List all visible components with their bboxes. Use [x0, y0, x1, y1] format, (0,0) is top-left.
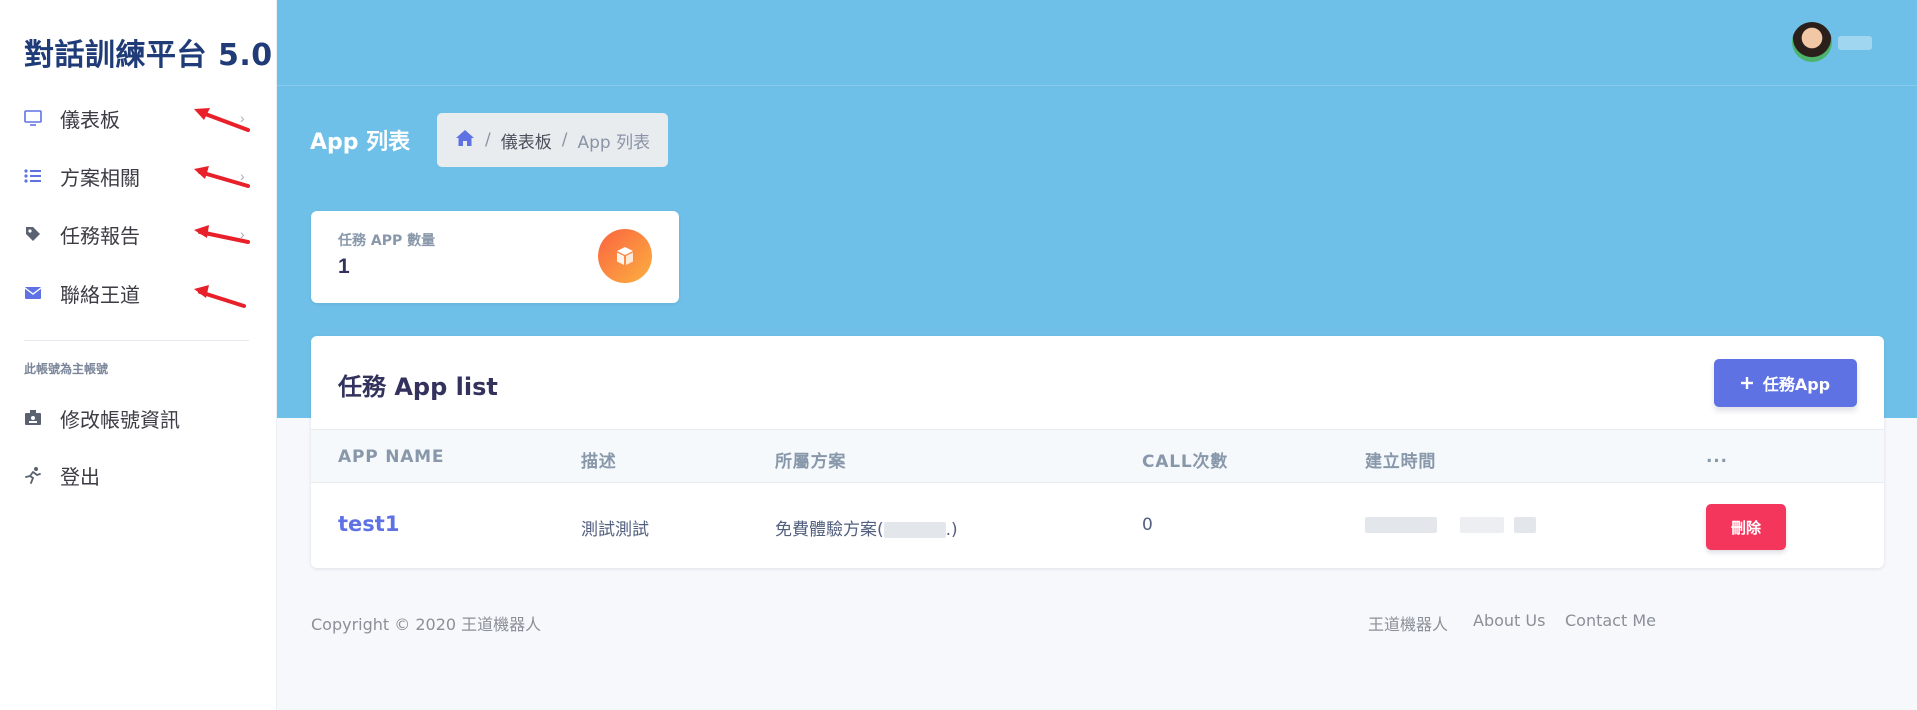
app-count-card: 任務 APP 數量 1	[311, 211, 679, 303]
tag-icon	[24, 225, 42, 243]
column-header: 建立時間	[1365, 452, 1437, 472]
footer-link-company[interactable]: 王道機器人	[1368, 611, 1448, 635]
chevron-right-icon: ›	[240, 168, 245, 184]
sidebar-item-contact[interactable]: 聯絡王道	[0, 271, 277, 315]
breadcrumb: / 儀表板 / App 列表	[437, 113, 669, 167]
redacted-text	[1513, 517, 1536, 533]
table-title: 任務 App list	[338, 373, 498, 401]
column-header: CALL次數	[1142, 452, 1229, 472]
footer-link-about[interactable]: About Us	[1473, 611, 1545, 630]
sidebar-item-label: 聯絡王道	[60, 282, 140, 307]
app-description: 測試測試	[581, 520, 649, 540]
avatar[interactable]	[1792, 22, 1832, 62]
app-created-time	[1365, 515, 1536, 535]
app-plan-prefix: 免費體驗方案(	[775, 520, 884, 540]
brand-title[interactable]: 對話訓練平台 5.0	[24, 30, 273, 74]
redacted-text	[1460, 517, 1505, 533]
sidebar-item-label: 任務報告	[60, 223, 140, 248]
list-icon	[24, 167, 42, 185]
breadcrumb-dashboard[interactable]: 儀表板	[501, 128, 552, 153]
home-icon[interactable]	[455, 129, 475, 152]
account-note: 此帳號為主帳號	[24, 362, 109, 376]
plus-icon	[1740, 374, 1753, 393]
sidebar-item-label: 儀表板	[60, 107, 120, 132]
footer-link-contact[interactable]: Contact Me	[1565, 611, 1656, 630]
footer-copyright: Copyright © 2020 王道機器人	[311, 615, 542, 634]
app-name-link[interactable]: test1	[338, 512, 399, 536]
column-header: APP NAME	[338, 447, 445, 467]
sidebar-item-reports[interactable]: 任務報告 ›	[0, 212, 277, 256]
app-plan: 免費體驗方案(.)	[775, 515, 958, 540]
app-call-count: 0	[1142, 515, 1153, 535]
cube-icon	[598, 229, 652, 283]
redacted-text	[1365, 517, 1437, 533]
table-row: test1 測試測試 免費體驗方案(.) 0 刪除	[311, 483, 1884, 568]
app-plan-suffix: .)	[945, 520, 958, 540]
sidebar-divider	[24, 340, 249, 341]
app-list-card: 任務 App list 任務App APP NAME 描述 所屬方案 CALL次…	[311, 336, 1884, 568]
sidebar-item-label: 修改帳號資訊	[60, 407, 180, 432]
add-app-button[interactable]: 任務App	[1714, 359, 1857, 407]
delete-button[interactable]: 刪除	[1706, 504, 1786, 550]
breadcrumb-separator: /	[485, 130, 491, 150]
sidebar: 對話訓練平台 5.0 儀表板 › 方案相關 › 任務報告 › 聯絡王道 此帳號為…	[0, 0, 277, 710]
redacted-text	[883, 522, 946, 538]
stat-value: 1	[338, 255, 350, 278]
stat-title: 任務 APP 數量	[338, 233, 436, 249]
breadcrumb-current: App 列表	[577, 132, 651, 153]
column-header: ...	[1706, 447, 1728, 467]
envelope-icon	[24, 284, 42, 302]
sidebar-item-plans[interactable]: 方案相關 ›	[0, 154, 277, 198]
topbar-divider	[277, 85, 1917, 86]
page-title: App 列表	[310, 130, 411, 155]
user-name-redacted[interactable]	[1838, 36, 1872, 50]
sidebar-item-label: 登出	[60, 464, 100, 489]
sidebar-item-dashboard[interactable]: 儀表板 ›	[0, 96, 277, 140]
monitor-icon	[24, 109, 42, 127]
chevron-right-icon: ›	[240, 110, 245, 126]
table-header: APP NAME 描述 所屬方案 CALL次數 建立時間 ...	[311, 429, 1884, 483]
column-header: 描述	[581, 452, 617, 472]
breadcrumb-separator: /	[561, 130, 568, 150]
column-header: 所屬方案	[775, 452, 847, 472]
sidebar-item-logout[interactable]: 登出	[0, 453, 277, 497]
add-app-label: 任務App	[1762, 375, 1831, 394]
sidebar-item-label: 方案相關	[60, 165, 140, 190]
id-badge-icon	[24, 409, 42, 427]
running-icon	[24, 466, 42, 484]
chevron-right-icon: ›	[240, 226, 245, 242]
sidebar-item-edit-account[interactable]: 修改帳號資訊	[0, 396, 277, 440]
